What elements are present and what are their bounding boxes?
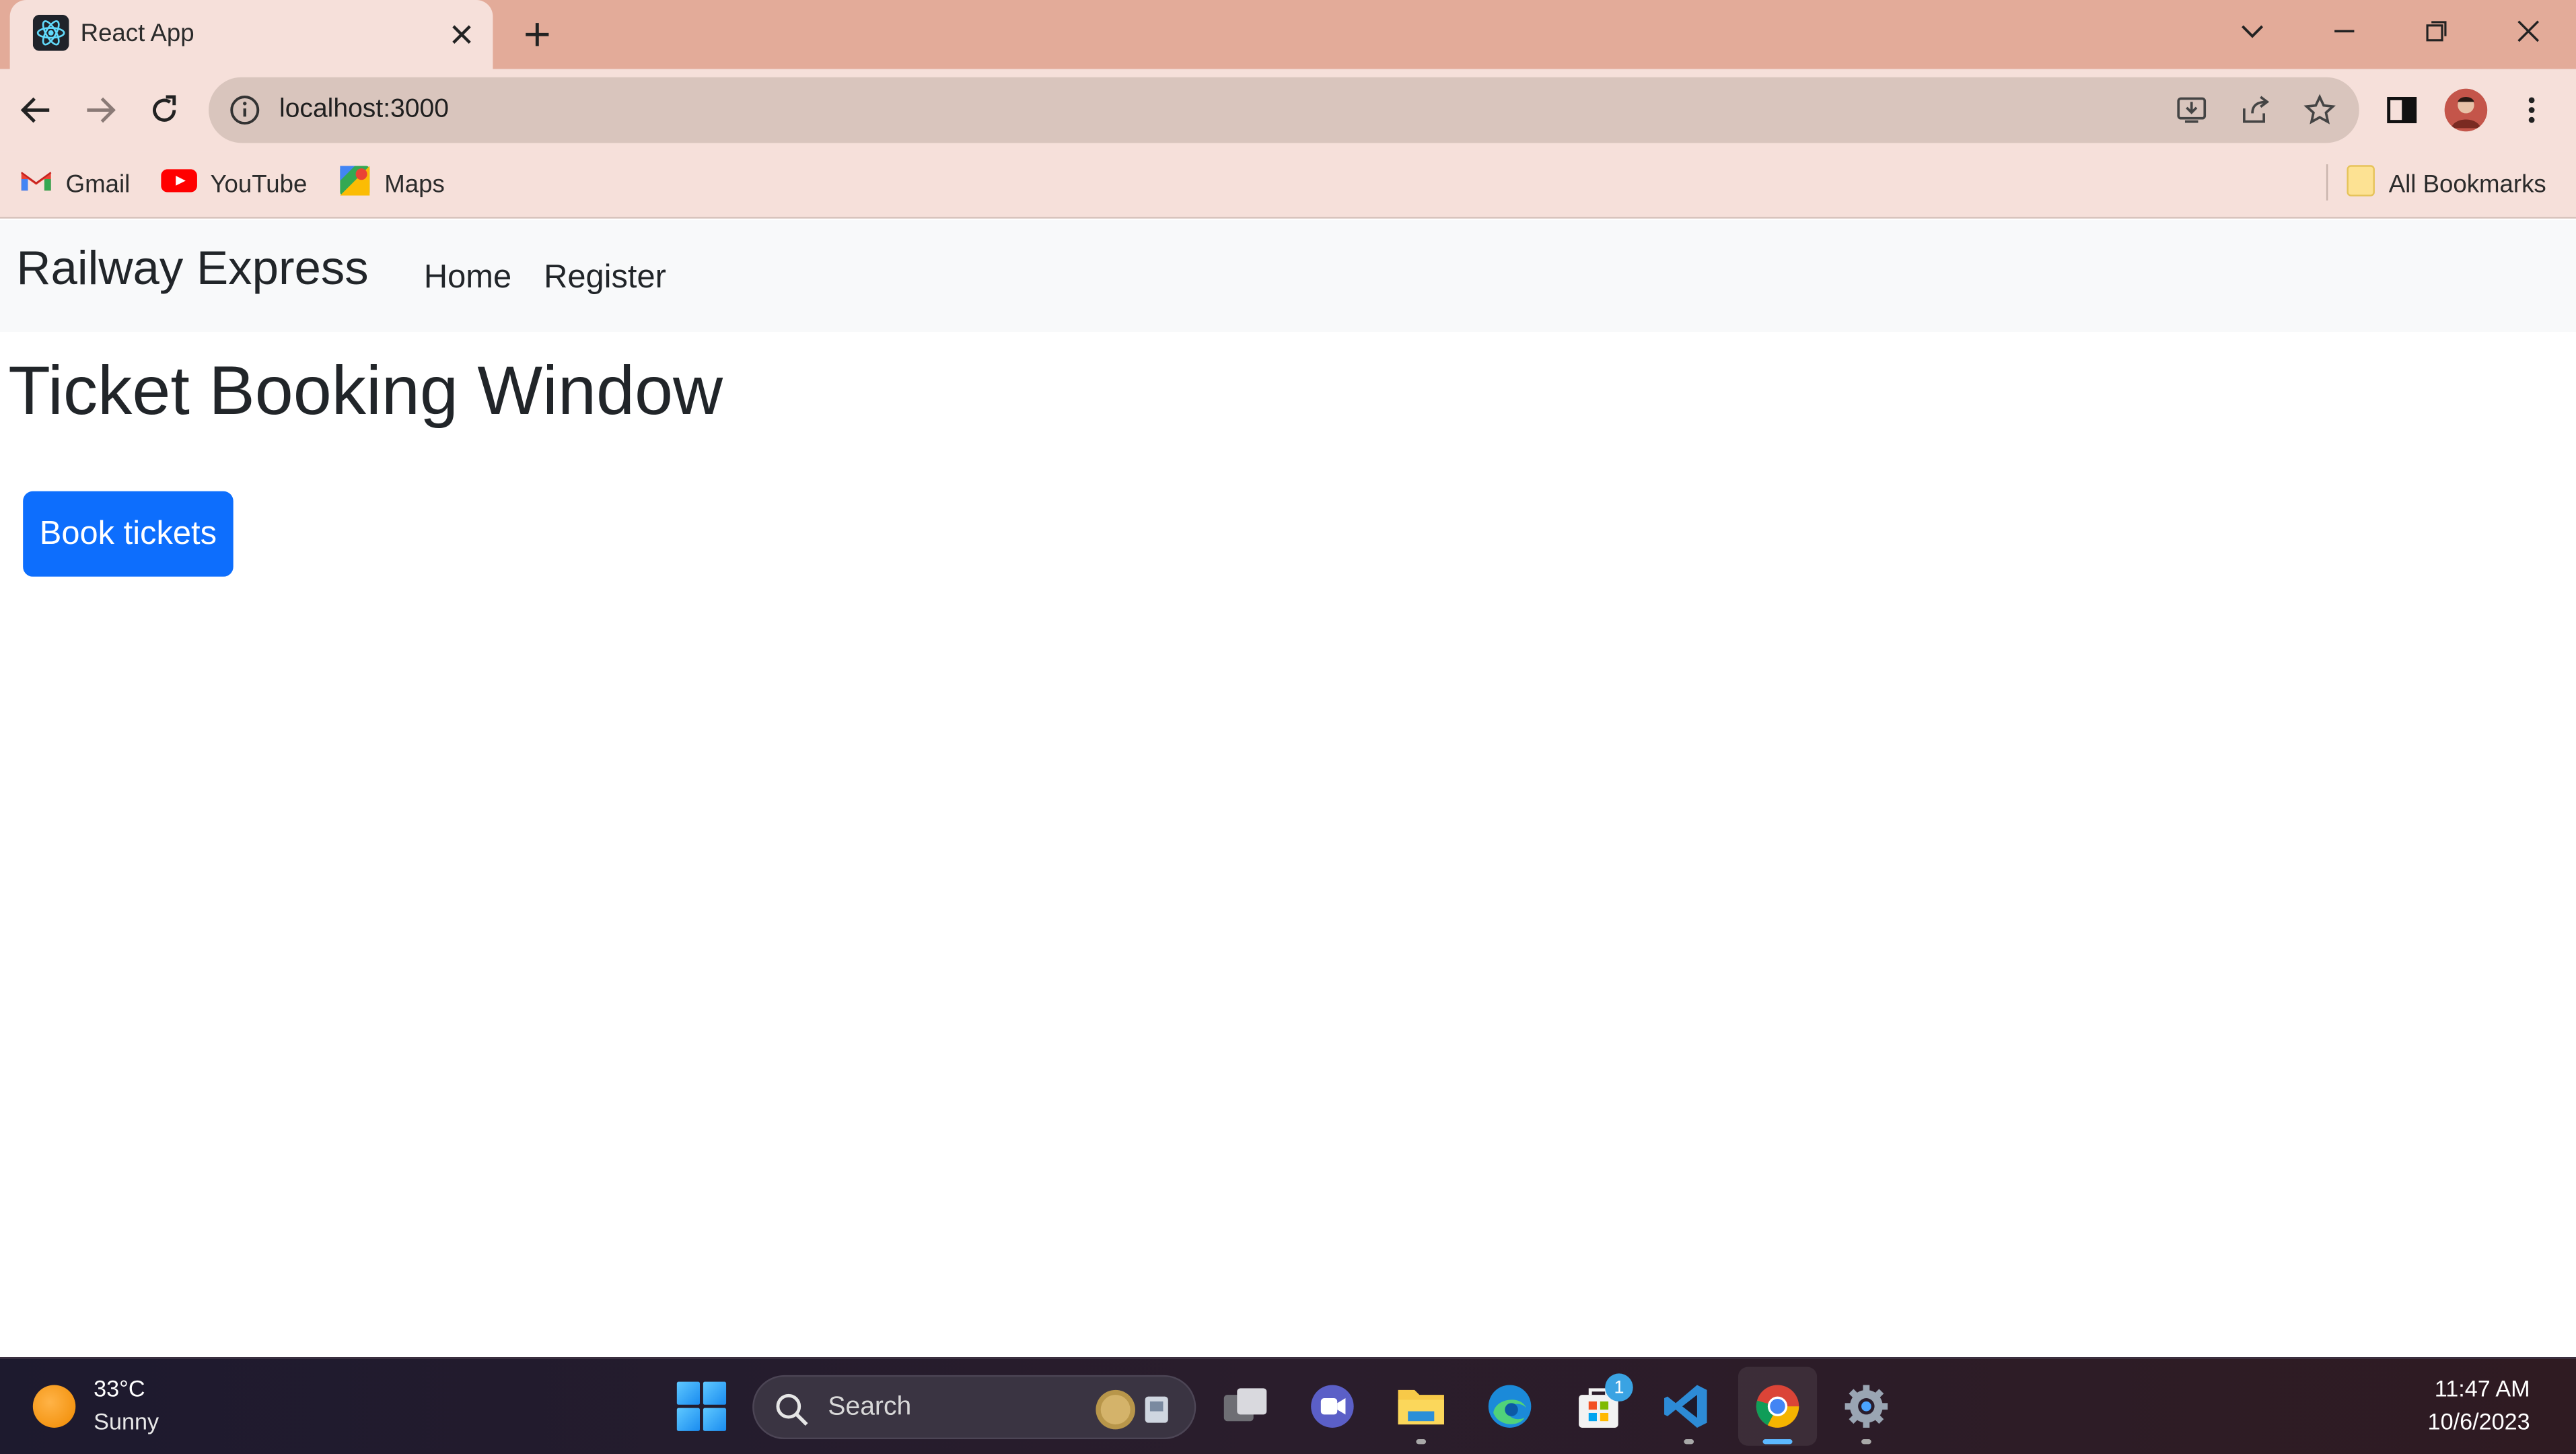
all-bookmarks-label: All Bookmarks xyxy=(2388,170,2546,199)
address-bar[interactable] xyxy=(209,77,2359,143)
more-menu-icon[interactable] xyxy=(2509,87,2554,133)
folder-icon xyxy=(2346,164,2375,204)
windows-start-icon[interactable] xyxy=(676,1381,727,1431)
reload-icon[interactable] xyxy=(141,87,187,133)
chrome-icon[interactable] xyxy=(1738,1366,1818,1446)
brand-link[interactable]: Railway Express xyxy=(16,243,368,298)
clock-time[interactable]: 11:47 AM xyxy=(2435,1375,2530,1401)
back-arrow-icon[interactable] xyxy=(13,87,59,133)
search-highlight-icon xyxy=(1092,1387,1178,1432)
bookmark-maps[interactable]: Maps xyxy=(338,166,445,203)
nav-home-link[interactable]: Home xyxy=(424,260,511,298)
file-explorer-icon[interactable] xyxy=(1393,1379,1449,1434)
all-bookmarks-folder[interactable]: All Bookmarks xyxy=(2346,164,2546,204)
close-tab-icon[interactable] xyxy=(443,16,480,53)
running-indicator xyxy=(1861,1439,1871,1445)
close-window-icon[interactable] xyxy=(2504,10,2553,53)
weather-description[interactable]: Sunny xyxy=(94,1408,159,1434)
bookmark-label: YouTube xyxy=(210,170,308,199)
windows-taskbar: 33°C Sunny Search 1 11:47 AM 10/6/2023 xyxy=(0,1357,2576,1454)
share-icon[interactable] xyxy=(2238,92,2274,129)
settings-gear-icon[interactable] xyxy=(1838,1379,1894,1434)
active-app-indicator xyxy=(1762,1439,1793,1445)
running-indicator xyxy=(1416,1439,1427,1445)
screen: React App localhost:3000 Gmail YouTube M… xyxy=(0,0,2576,1454)
book-tickets-button[interactable]: Book tickets xyxy=(23,491,234,577)
search-placeholder: Search xyxy=(828,1393,912,1422)
bookmark-star-icon[interactable] xyxy=(2301,92,2338,129)
vscode-icon[interactable] xyxy=(1659,1379,1715,1434)
bookmark-youtube[interactable]: YouTube xyxy=(161,166,307,203)
url-input[interactable] xyxy=(279,95,2087,125)
profile-avatar[interactable] xyxy=(2444,88,2488,132)
app-navbar: Railway Express Home Register xyxy=(0,220,2576,333)
youtube-icon xyxy=(161,168,197,201)
react-logo-icon xyxy=(32,14,69,51)
minimize-icon[interactable] xyxy=(2320,10,2369,53)
teams-chat-icon[interactable] xyxy=(1304,1379,1360,1434)
running-indicator xyxy=(1684,1439,1694,1445)
site-info-icon[interactable] xyxy=(228,94,261,127)
side-panel-icon[interactable] xyxy=(2379,87,2425,133)
forward-arrow-icon[interactable] xyxy=(77,87,123,133)
install-app-icon[interactable] xyxy=(2174,92,2210,129)
new-tab-icon[interactable] xyxy=(516,13,559,56)
edge-browser-icon[interactable] xyxy=(1482,1379,1538,1434)
maps-icon xyxy=(338,164,371,204)
browser-tab[interactable]: React App xyxy=(9,0,493,69)
task-view-icon[interactable] xyxy=(1217,1379,1273,1434)
gmail-icon xyxy=(20,168,52,201)
bookmark-label: Maps xyxy=(384,170,445,199)
tab-search-chevron-icon[interactable] xyxy=(2227,10,2277,53)
page-content: Railway Express Home Register Ticket Boo… xyxy=(0,220,2576,1358)
sun-weather-icon[interactable] xyxy=(32,1385,76,1428)
search-icon xyxy=(774,1391,810,1428)
bookmarks-bar: Gmail YouTube Maps All Bookmarks xyxy=(0,151,2576,219)
tab-title: React App xyxy=(80,20,194,48)
restore-icon[interactable] xyxy=(2412,10,2461,53)
nav-register-link[interactable]: Register xyxy=(544,260,666,298)
taskbar-search[interactable]: Search xyxy=(752,1375,1196,1440)
clock-date[interactable]: 10/6/2023 xyxy=(2428,1408,2530,1434)
bookmark-label: Gmail xyxy=(65,170,131,199)
page-title: Ticket Booking Window xyxy=(8,351,723,429)
weather-temperature[interactable]: 33°C xyxy=(94,1375,145,1401)
tab-strip: React App xyxy=(0,0,2576,69)
store-notification-badge: 1 xyxy=(1605,1373,1633,1401)
bookmark-gmail[interactable]: Gmail xyxy=(20,166,130,203)
browser-toolbar xyxy=(0,69,2576,151)
bookmarks-divider xyxy=(2326,164,2328,201)
